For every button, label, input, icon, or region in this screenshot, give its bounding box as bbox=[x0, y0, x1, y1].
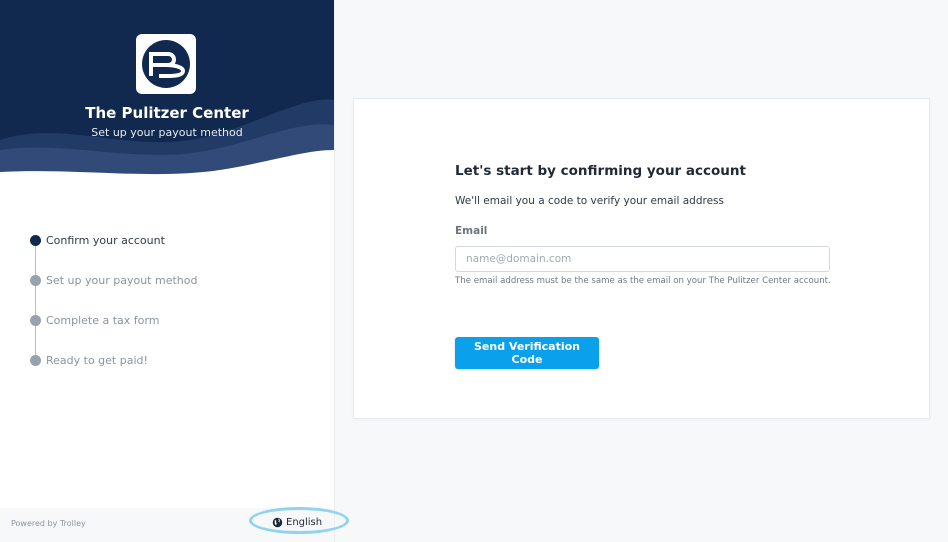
email-hint: The email address must be the same as th… bbox=[455, 276, 831, 286]
step-label: Ready to get paid! bbox=[46, 353, 148, 367]
step-get-paid: Ready to get paid! bbox=[30, 350, 310, 370]
globe-icon bbox=[272, 517, 283, 528]
card-title: Let's start by confirming your account bbox=[455, 163, 746, 179]
verification-card: Let's start by confirming your account W… bbox=[353, 98, 930, 419]
pulitzer-logo-icon bbox=[136, 34, 196, 94]
card-description: We'll email you a code to verify your em… bbox=[455, 195, 724, 207]
step-dot bbox=[30, 274, 41, 286]
step-label: Complete a tax form bbox=[46, 313, 160, 327]
sidebar-header: The Pulitzer Center Set up your payout m… bbox=[0, 0, 334, 185]
step-confirm-account: Confirm your account bbox=[30, 230, 310, 250]
step-tax-form: Complete a tax form bbox=[30, 310, 310, 330]
sidebar: The Pulitzer Center Set up your payout m… bbox=[0, 0, 335, 542]
step-active-dot bbox=[30, 234, 41, 246]
language-selector[interactable]: English bbox=[272, 517, 322, 528]
email-field[interactable] bbox=[455, 246, 830, 272]
step-dot bbox=[30, 354, 41, 366]
org-subtitle: Set up your payout method bbox=[91, 126, 243, 139]
step-label: Set up your payout method bbox=[46, 273, 198, 287]
step-label: Confirm your account bbox=[46, 233, 165, 247]
org-name: The Pulitzer Center bbox=[85, 104, 249, 122]
step-payout-method: Set up your payout method bbox=[30, 270, 310, 290]
language-label: English bbox=[286, 517, 323, 528]
send-verification-code-button[interactable]: Send Verification Code bbox=[455, 337, 599, 369]
email-label: Email bbox=[455, 225, 488, 237]
step-dot bbox=[30, 314, 41, 326]
powered-by-text: Powered by Trolley bbox=[11, 519, 86, 528]
